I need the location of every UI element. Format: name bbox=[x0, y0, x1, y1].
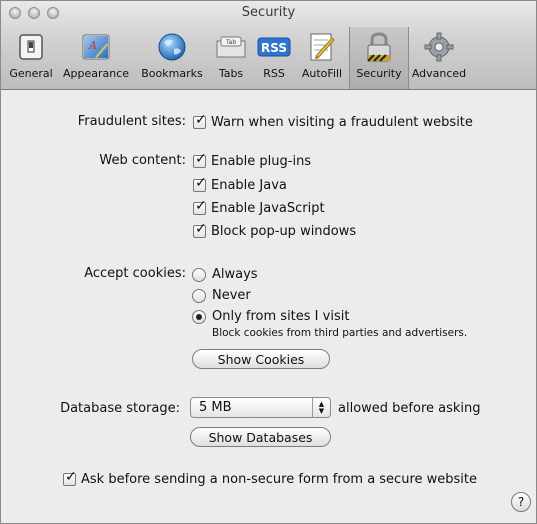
lock-icon bbox=[362, 31, 396, 63]
rss-icon-text: RSS bbox=[261, 41, 287, 55]
checkbox-box[interactable]: ✓ bbox=[193, 113, 207, 129]
window-title: Security bbox=[241, 5, 296, 20]
checkbox-label: Enable plug-ins bbox=[211, 154, 312, 169]
tabs-icon: Tab bbox=[214, 31, 248, 63]
checkbox-box[interactable]: ✓ bbox=[193, 222, 207, 238]
enable-javascript-checkbox[interactable]: ✓ Enable JavaScript bbox=[193, 199, 325, 216]
checkbox-box[interactable]: ✓ bbox=[193, 199, 207, 215]
autofill-icon bbox=[305, 31, 339, 63]
tab-label: Appearance bbox=[62, 67, 130, 80]
fraudulent-sites-label: Fraudulent sites: bbox=[77, 114, 186, 129]
warn-fraudulent-checkbox[interactable]: ✓ Warn when visiting a fraudulent websit… bbox=[193, 113, 473, 130]
gear-icon bbox=[422, 31, 456, 63]
tab-label: RSS bbox=[263, 67, 285, 80]
select-arrows-icon: ▲ ▼ bbox=[312, 398, 330, 417]
show-databases-button[interactable]: Show Databases bbox=[190, 427, 331, 447]
help-button[interactable]: ? bbox=[511, 492, 531, 512]
title-bar: Security General A Appearance Bookmarks … bbox=[1, 1, 536, 90]
checkbox-label: Warn when visiting a fraudulent website bbox=[211, 115, 473, 130]
tab-autofill[interactable]: AutoFill bbox=[295, 27, 349, 89]
tab-advanced[interactable]: Advanced bbox=[409, 27, 469, 89]
ask-nonsecure-form-checkbox[interactable]: ✓ Ask before sending a non-secure form f… bbox=[63, 470, 477, 487]
checkbox-box[interactable]: ✓ bbox=[63, 470, 77, 486]
radio-selected-dot bbox=[196, 313, 202, 320]
tab-security[interactable]: Security bbox=[349, 27, 409, 89]
cookies-note: Block cookies from third parties and adv… bbox=[212, 327, 468, 339]
tab-general[interactable]: General bbox=[5, 27, 57, 89]
cookies-always-radio[interactable]: Always bbox=[192, 267, 258, 282]
select-value: 5 MB bbox=[199, 400, 232, 415]
tab-label: Advanced bbox=[411, 67, 467, 80]
checkbox-label: Ask before sending a non-secure form fro… bbox=[81, 472, 477, 487]
globe-icon bbox=[155, 31, 189, 63]
tab-appearance[interactable]: A Appearance bbox=[57, 27, 135, 89]
checkbox-box[interactable]: ✓ bbox=[193, 176, 207, 192]
checkbox-box[interactable]: ✓ bbox=[193, 152, 207, 168]
general-switch-icon bbox=[14, 31, 48, 63]
radio-circle[interactable] bbox=[192, 267, 206, 282]
tab-bookmarks[interactable]: Bookmarks bbox=[135, 27, 209, 89]
tab-rss[interactable]: RSS RSS bbox=[253, 27, 295, 89]
checkbox-label: Block pop-up windows bbox=[211, 224, 357, 239]
preferences-window: Security General A Appearance Bookmarks … bbox=[0, 0, 537, 524]
checkbox-label: Enable JavaScript bbox=[211, 201, 325, 216]
tab-label: General bbox=[9, 67, 53, 80]
radio-circle[interactable] bbox=[192, 288, 206, 303]
tab-tabs[interactable]: Tab Tabs bbox=[209, 27, 253, 89]
preferences-toolbar: General A Appearance Bookmarks Tab Tabs … bbox=[5, 27, 469, 89]
cookies-visited-radio[interactable]: Only from sites I visit bbox=[192, 309, 349, 324]
security-pane: Fraudulent sites: ✓ Warn when visiting a… bbox=[1, 90, 536, 523]
web-content-label: Web content: bbox=[99, 153, 186, 168]
tab-label: Bookmarks bbox=[141, 67, 203, 80]
tab-label: Tabs bbox=[218, 67, 244, 80]
tab-label: Security bbox=[356, 67, 402, 80]
tabs-icon-text: Tab bbox=[225, 39, 236, 46]
radio-circle[interactable] bbox=[192, 309, 206, 324]
enable-plugins-checkbox[interactable]: ✓ Enable plug-ins bbox=[193, 152, 312, 169]
tab-label: AutoFill bbox=[301, 67, 343, 80]
database-storage-select[interactable]: 5 MB ▲ ▼ bbox=[190, 397, 331, 418]
radio-label: Never bbox=[212, 288, 251, 303]
svg-text:A: A bbox=[88, 39, 97, 52]
block-popups-checkbox[interactable]: ✓ Block pop-up windows bbox=[193, 222, 357, 239]
radio-label: Only from sites I visit bbox=[212, 309, 350, 324]
appearance-icon: A bbox=[79, 31, 113, 63]
enable-java-checkbox[interactable]: ✓ Enable Java bbox=[193, 176, 287, 193]
show-cookies-button[interactable]: Show Cookies bbox=[192, 349, 330, 369]
cookies-never-radio[interactable]: Never bbox=[192, 288, 251, 303]
accept-cookies-label: Accept cookies: bbox=[84, 266, 186, 281]
radio-label: Always bbox=[212, 267, 258, 282]
database-suffix: allowed before asking bbox=[338, 401, 481, 416]
checkbox-label: Enable Java bbox=[211, 178, 287, 193]
database-storage-label: Database storage: bbox=[60, 401, 180, 416]
rss-icon: RSS bbox=[257, 31, 291, 63]
